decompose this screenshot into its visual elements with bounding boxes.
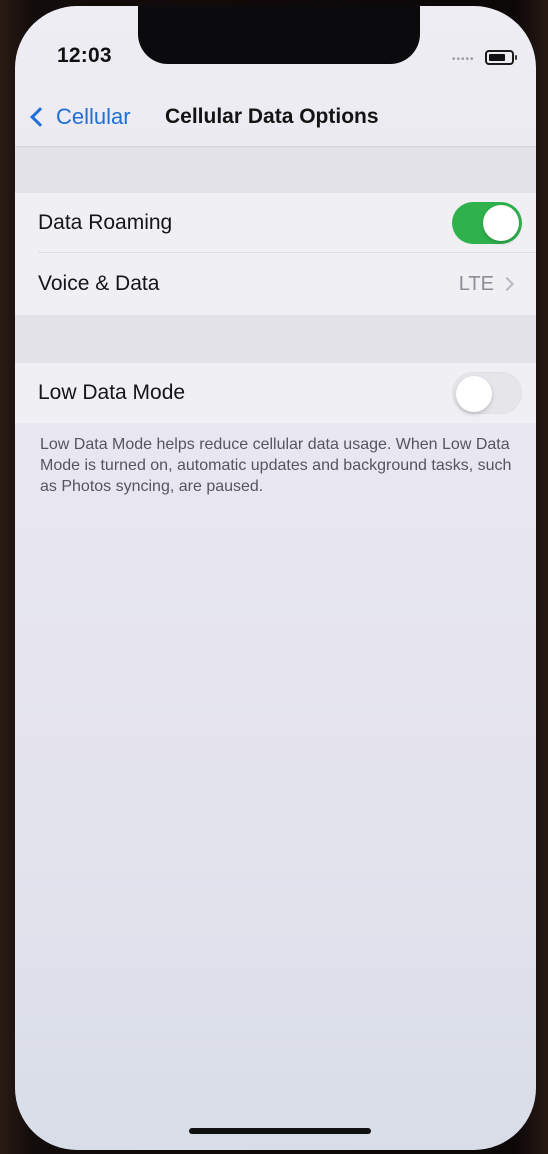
status-time: 12:03 [57, 44, 112, 67]
back-button[interactable]: Cellular [27, 92, 131, 142]
row-voice-data[interactable]: Voice & Data LTE [15, 254, 536, 314]
settings-group-roaming: Data Roaming Voice & Data LTE [15, 193, 536, 315]
chevron-right-icon [499, 276, 515, 292]
data-roaming-label: Data Roaming [38, 211, 173, 234]
row-separator [38, 252, 536, 253]
screen: 12:03 ••••• Cellular Cellular Data Optio… [15, 6, 536, 1150]
navigation-bar: Cellular Cellular Data Options [15, 92, 536, 142]
notch [138, 6, 420, 64]
low-data-mode-label: Low Data Mode [38, 381, 186, 404]
low-data-mode-footnote: Low Data Mode helps reduce cellular data… [40, 436, 512, 495]
row-low-data-mode: Low Data Mode [15, 363, 536, 423]
toggle-knob [483, 205, 519, 241]
home-indicator[interactable] [189, 1128, 371, 1134]
phone-frame: 12:03 ••••• Cellular Cellular Data Optio… [0, 0, 548, 1154]
signal-dots-icon: ••••• [452, 54, 475, 65]
chevron-left-icon [30, 107, 50, 127]
toggle-knob [456, 376, 492, 412]
low-data-mode-toggle[interactable] [452, 372, 522, 414]
settings-group-low-data: Low Data Mode [15, 363, 536, 423]
data-roaming-toggle[interactable] [452, 202, 522, 244]
voice-data-value: LTE [458, 272, 494, 295]
section-spacer [15, 147, 536, 193]
row-data-roaming: Data Roaming [15, 193, 536, 253]
section-spacer [15, 315, 536, 363]
page-title: Cellular Data Options [165, 105, 379, 128]
voice-data-label: Voice & Data [38, 272, 160, 295]
back-button-label: Cellular [56, 104, 131, 129]
battery-icon [485, 50, 517, 65]
